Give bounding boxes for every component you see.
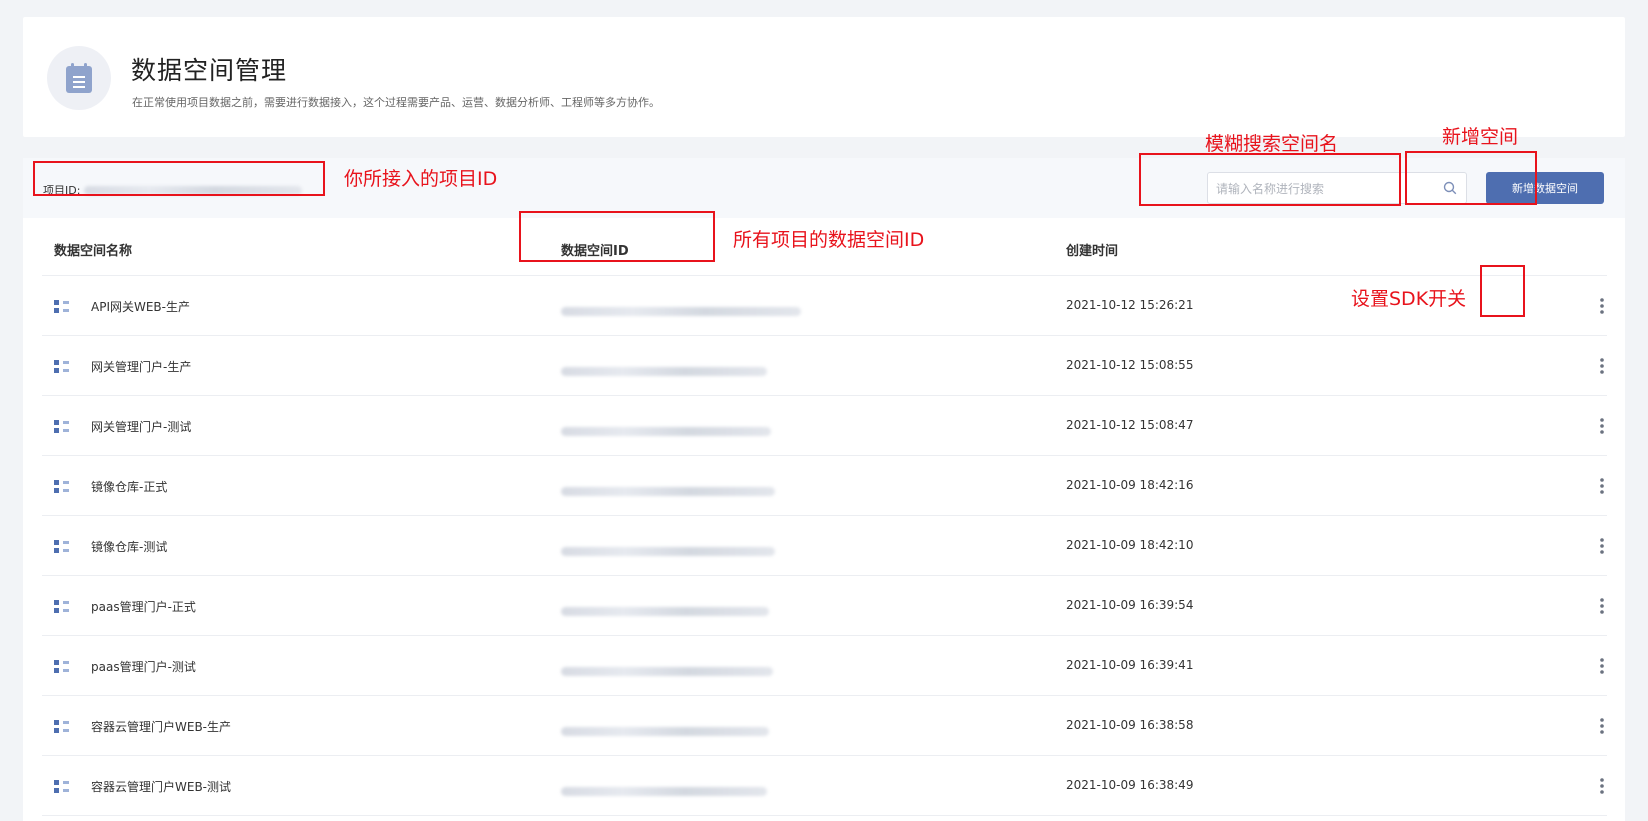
space-id-redacted [561, 487, 775, 496]
created-time: 2021-10-09 16:39:54 [1066, 598, 1194, 612]
space-name: 镜像仓库-测试 [91, 540, 168, 554]
annotation-search: 模糊搜索空间名 [1205, 133, 1339, 155]
data-space-icon [54, 540, 69, 553]
space-id-redacted [561, 307, 801, 316]
space-name: paas管理门户-测试 [91, 660, 196, 674]
space-name: 网关管理门户-生产 [91, 360, 192, 374]
space-id-cell [561, 301, 801, 320]
space-name: paas管理门户-正式 [91, 600, 196, 614]
more-vertical-icon[interactable] [1592, 416, 1612, 436]
table-row[interactable]: 网关管理门户-生产 2021-10-12 15:08:55 [42, 336, 1607, 396]
table-row[interactable]: 容器云管理门户WEB-生产 2021-10-09 16:38:58 [42, 696, 1607, 756]
page-title: 数据空间管理 [131, 56, 288, 85]
data-space-icon [54, 360, 69, 373]
space-name-cell: 镜像仓库-正式 [54, 478, 167, 495]
page-description: 在正常使用项目数据之前，需要进行数据接入，这个过程需要产品、运营、数据分析师、工… [132, 96, 660, 109]
more-vertical-icon[interactable] [1592, 596, 1612, 616]
table-row[interactable]: 镜像仓库-正式 2021-10-09 18:42:16 [42, 456, 1607, 516]
space-name: 网关管理门户-测试 [91, 420, 192, 434]
space-id-cell [561, 421, 771, 440]
created-time: 2021-10-09 16:38:58 [1066, 718, 1194, 732]
annotation-box-search [1139, 153, 1401, 206]
space-id-cell [561, 661, 773, 680]
calendar-list-icon [66, 63, 92, 93]
table-row[interactable]: paas管理门户-正式 2021-10-09 16:39:54 [42, 576, 1607, 636]
page-header: 数据空间管理 在正常使用项目数据之前，需要进行数据接入，这个过程需要产品、运营、… [23, 17, 1625, 137]
space-name-cell: paas管理门户-正式 [54, 598, 196, 615]
annotation-box-add [1405, 151, 1537, 205]
column-header-created: 创建时间 [1066, 244, 1119, 259]
data-space-panel: 项目ID: 新增数据空间 数据空间名称 数据空间ID 创建时间 API网关WEB… [23, 158, 1625, 821]
created-time: 2021-10-09 18:42:10 [1066, 538, 1194, 552]
annotation-box-sdk-switch [1480, 265, 1525, 317]
space-name-cell: 容器云管理门户WEB-生产 [54, 718, 231, 735]
space-id-cell [561, 361, 767, 380]
space-id-cell [561, 541, 775, 560]
column-header-name: 数据空间名称 [54, 244, 133, 259]
table-row[interactable]: 容器云管理门户WEB-测试 2021-10-09 16:38:49 [42, 756, 1607, 816]
data-space-icon [54, 780, 69, 793]
space-name-cell: API网关WEB-生产 [54, 298, 190, 315]
space-id-redacted [561, 667, 773, 676]
space-name: API网关WEB-生产 [91, 300, 190, 314]
more-vertical-icon[interactable] [1592, 776, 1612, 796]
more-vertical-icon[interactable] [1592, 536, 1612, 556]
space-id-redacted [561, 787, 767, 796]
data-space-icon [54, 600, 69, 613]
created-time: 2021-10-12 15:26:21 [1066, 298, 1194, 312]
more-vertical-icon[interactable] [1592, 356, 1612, 376]
created-time: 2021-10-09 18:42:16 [1066, 478, 1194, 492]
space-name-cell: 容器云管理门户WEB-测试 [54, 778, 231, 795]
space-id-redacted [561, 427, 771, 436]
created-time: 2021-10-12 15:08:47 [1066, 418, 1194, 432]
table-row[interactable]: paas管理门户-测试 2021-10-09 16:39:41 [42, 636, 1607, 696]
space-id-cell [561, 601, 769, 620]
data-space-icon [54, 420, 69, 433]
annotation-space-id: 所有项目的数据空间ID [733, 229, 925, 251]
more-vertical-icon[interactable] [1592, 716, 1612, 736]
space-name-cell: paas管理门户-测试 [54, 658, 196, 675]
table-body: API网关WEB-生产 2021-10-12 15:26:21 网关管理门户-生产 2… [42, 276, 1607, 816]
space-id-redacted [561, 547, 775, 556]
space-name-cell: 网关管理门户-生产 [54, 358, 191, 375]
data-space-icon [54, 720, 69, 733]
data-space-icon [54, 300, 69, 313]
space-name: 容器云管理门户WEB-测试 [91, 780, 232, 794]
table-row[interactable]: 网关管理门户-测试 2021-10-12 15:08:47 [42, 396, 1607, 456]
space-id-redacted [561, 607, 769, 616]
space-id-cell [561, 481, 775, 500]
space-id-redacted [561, 367, 767, 376]
created-time: 2021-10-09 16:38:49 [1066, 778, 1194, 792]
more-vertical-icon[interactable] [1592, 476, 1612, 496]
annotation-project-id: 你所接入的项目ID [344, 168, 498, 190]
header-icon-container [47, 46, 111, 110]
annotation-box-space-id [519, 211, 715, 262]
created-time: 2021-10-12 15:08:55 [1066, 358, 1194, 372]
table-row[interactable]: 镜像仓库-测试 2021-10-09 18:42:10 [42, 516, 1607, 576]
data-space-icon [54, 480, 69, 493]
space-name-cell: 镜像仓库-测试 [54, 538, 167, 555]
more-vertical-icon[interactable] [1592, 296, 1612, 316]
space-id-cell [561, 781, 767, 800]
annotation-box-project-id [33, 161, 325, 196]
annotation-sdk-switch: 设置SDK开关 [1351, 288, 1467, 310]
data-space-icon [54, 660, 69, 673]
space-name: 镜像仓库-正式 [91, 480, 168, 494]
space-name-cell: 网关管理门户-测试 [54, 418, 191, 435]
more-vertical-icon[interactable] [1592, 656, 1612, 676]
space-id-cell [561, 721, 769, 740]
created-time: 2021-10-09 16:39:41 [1066, 658, 1194, 672]
space-id-redacted [561, 727, 769, 736]
annotation-add: 新增空间 [1442, 126, 1519, 148]
space-name: 容器云管理门户WEB-生产 [91, 720, 232, 734]
